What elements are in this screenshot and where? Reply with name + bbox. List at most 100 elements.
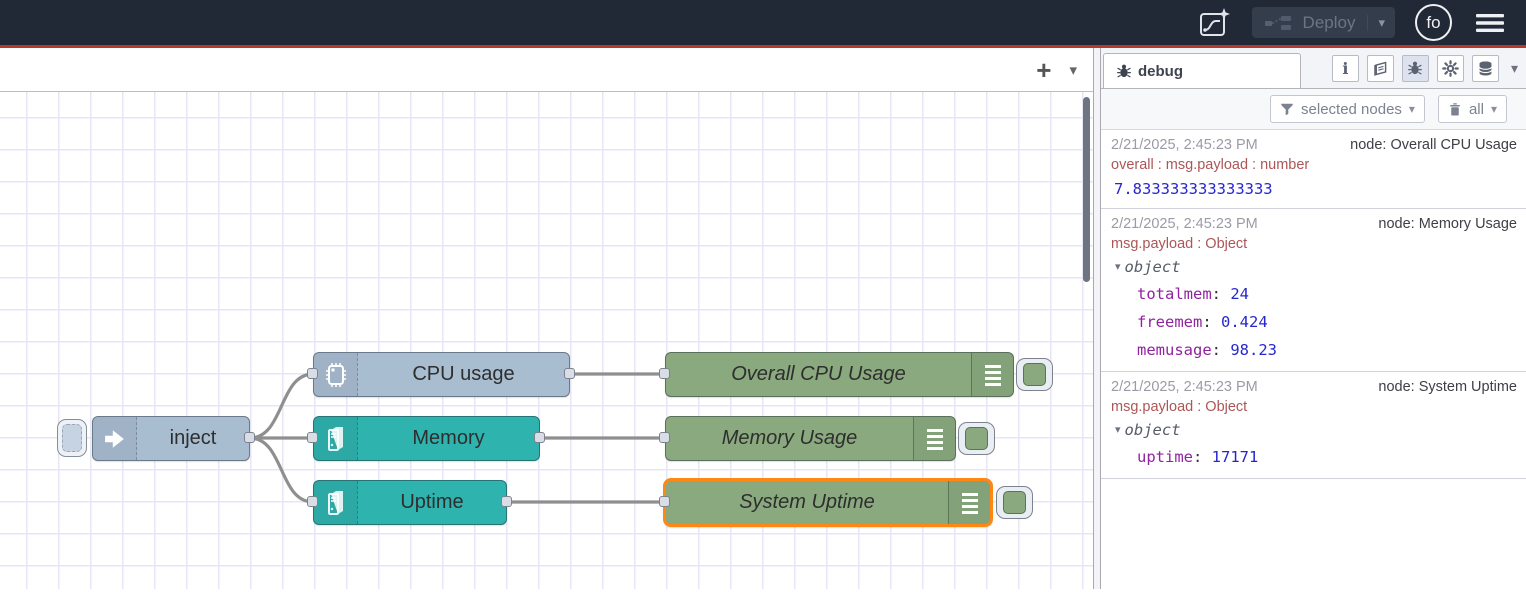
- port-inject-output[interactable]: [244, 432, 255, 443]
- object-expander[interactable]: ▾ object: [1111, 254, 1517, 280]
- main-menu-button[interactable]: [1472, 5, 1508, 41]
- flow-assistant-button[interactable]: [1196, 5, 1232, 41]
- inject-trigger-button-face: [62, 424, 82, 452]
- canvas-vertical-scrollbar[interactable]: [1083, 97, 1090, 282]
- port-uptime-output[interactable]: [501, 496, 512, 507]
- object-property: totalmem24: [1111, 280, 1517, 308]
- tab-info-button[interactable]: i: [1332, 55, 1359, 82]
- inject-trigger-button[interactable]: [57, 419, 87, 457]
- object-type-label: object: [1125, 417, 1181, 443]
- flow-list-chevron-icon[interactable]: ▾: [1069, 61, 1077, 79]
- object-property: freemem0.424: [1111, 308, 1517, 336]
- user-avatar[interactable]: fo: [1415, 4, 1452, 41]
- port-debug-overall-input[interactable]: [659, 368, 670, 379]
- bug-icon: [1407, 60, 1423, 76]
- node-label: CPU usage: [358, 363, 569, 386]
- node-debug-overall-cpu[interactable]: Overall CPU Usage: [665, 352, 1014, 397]
- cpu-chip-icon: [314, 353, 358, 396]
- debug-clear-label: all: [1469, 101, 1484, 118]
- sidebar-menu-chevron-icon[interactable]: ▾: [1511, 60, 1518, 77]
- port-debug-memory-input[interactable]: [659, 432, 670, 443]
- object-type-label: object: [1125, 254, 1181, 280]
- node-label: Memory Usage: [666, 427, 913, 450]
- funnel-icon: [1280, 102, 1294, 116]
- deploy-button[interactable]: Deploy ▾: [1252, 7, 1395, 38]
- node-debug-memory[interactable]: Memory Usage: [665, 416, 956, 461]
- tab-config-button[interactable]: [1437, 55, 1464, 82]
- tab-debug-icon-button[interactable]: [1402, 55, 1429, 82]
- node-memory[interactable]: Memory: [313, 416, 540, 461]
- message-property-path: msg.payload : Object: [1111, 397, 1517, 417]
- debug-filter-label: selected nodes: [1301, 101, 1402, 118]
- tab-debug-label: debug: [1138, 63, 1183, 80]
- debug-clear-button[interactable]: all ▾: [1438, 95, 1507, 123]
- debug-enable-toggle-face: [1023, 363, 1046, 386]
- node-cpu-usage[interactable]: CPU usage: [313, 352, 570, 397]
- debug-sidebar: debug i: [1101, 48, 1526, 589]
- node-inject[interactable]: inject: [92, 416, 250, 461]
- debug-filter-button[interactable]: selected nodes ▾: [1270, 95, 1425, 123]
- message-source-node: node: Memory Usage: [1378, 214, 1517, 234]
- flow-assistant-icon: [1197, 6, 1231, 40]
- property-key: memusage: [1137, 341, 1230, 359]
- debug-message[interactable]: 2/21/2025, 2:45:23 PM node: Memory Usage…: [1101, 209, 1526, 372]
- port-memory-output[interactable]: [534, 432, 545, 443]
- message-timestamp: 2/21/2025, 2:45:23 PM: [1111, 214, 1258, 234]
- debug-message[interactable]: 2/21/2025, 2:45:23 PM node: Overall CPU …: [1101, 130, 1526, 209]
- flow-canvas[interactable]: inject CPU usage: [0, 92, 1093, 589]
- app-header: Deploy ▾ fo: [0, 0, 1526, 48]
- trash-icon: [1448, 102, 1462, 117]
- flow-editor-pane: + ▾: [0, 48, 1093, 589]
- chevron-down-icon: ▾: [1491, 102, 1497, 116]
- tab-debug[interactable]: debug: [1103, 53, 1301, 88]
- sidebar-tab-bar: debug i: [1101, 48, 1526, 89]
- property-value: 24: [1230, 285, 1249, 303]
- property-value: 17171: [1212, 448, 1259, 466]
- object-expander[interactable]: ▾ object: [1111, 417, 1517, 443]
- debug-output-icon: [971, 353, 1013, 396]
- collapse-triangle-icon: ▾: [1115, 254, 1121, 280]
- database-icon: [1477, 60, 1494, 77]
- inject-arrow-icon: [93, 417, 137, 460]
- port-cpu-output[interactable]: [564, 368, 575, 379]
- sidebar-tab-icons: i: [1332, 55, 1518, 82]
- message-source-node: node: System Uptime: [1378, 377, 1517, 397]
- chevron-down-icon: ▾: [1409, 102, 1415, 116]
- node-label: System Uptime: [666, 491, 948, 514]
- debug-enable-toggle[interactable]: [1016, 358, 1053, 391]
- message-timestamp: 2/21/2025, 2:45:23 PM: [1111, 135, 1258, 155]
- sidebar-splitter[interactable]: [1093, 48, 1101, 589]
- deploy-options-chevron-icon[interactable]: ▾: [1367, 15, 1385, 31]
- debug-enable-toggle-face: [1003, 491, 1026, 514]
- debug-toolbar: selected nodes ▾ all ▾: [1101, 89, 1526, 130]
- tab-context-button[interactable]: [1472, 55, 1499, 82]
- debug-enable-toggle[interactable]: [958, 422, 995, 455]
- add-flow-button[interactable]: +: [1036, 57, 1051, 83]
- node-debug-uptime[interactable]: System Uptime: [663, 478, 993, 527]
- property-key: freemem: [1137, 313, 1221, 331]
- workspace-tab-bar: + ▾: [0, 48, 1093, 92]
- port-memory-input[interactable]: [307, 432, 318, 443]
- deploy-icon: [1264, 14, 1294, 32]
- property-key: uptime: [1137, 448, 1212, 466]
- property-value: 98.23: [1230, 341, 1277, 359]
- gear-icon: [1442, 60, 1459, 77]
- bug-icon: [1116, 63, 1132, 79]
- port-cpu-input[interactable]: [307, 368, 318, 379]
- tab-help-button[interactable]: [1367, 55, 1394, 82]
- port-debug-uptime-input[interactable]: [659, 496, 670, 507]
- debug-enable-toggle[interactable]: [996, 486, 1033, 519]
- debug-enable-toggle-face: [965, 427, 988, 450]
- port-uptime-input[interactable]: [307, 496, 318, 507]
- message-value: 7.833333333333333: [1111, 175, 1517, 201]
- object-property: uptime17171: [1111, 443, 1517, 471]
- hamburger-menu-icon: [1475, 12, 1505, 34]
- debug-message-list[interactable]: 2/21/2025, 2:45:23 PM node: Overall CPU …: [1101, 130, 1526, 589]
- debug-message[interactable]: 2/21/2025, 2:45:23 PM node: System Uptim…: [1101, 372, 1526, 479]
- message-source-node: node: Overall CPU Usage: [1350, 135, 1517, 155]
- node-uptime[interactable]: Uptime: [313, 480, 507, 525]
- property-key: totalmem: [1137, 285, 1230, 303]
- deploy-button-label: Deploy: [1303, 13, 1356, 33]
- server-tower-icon: [314, 417, 358, 460]
- message-timestamp: 2/21/2025, 2:45:23 PM: [1111, 377, 1258, 397]
